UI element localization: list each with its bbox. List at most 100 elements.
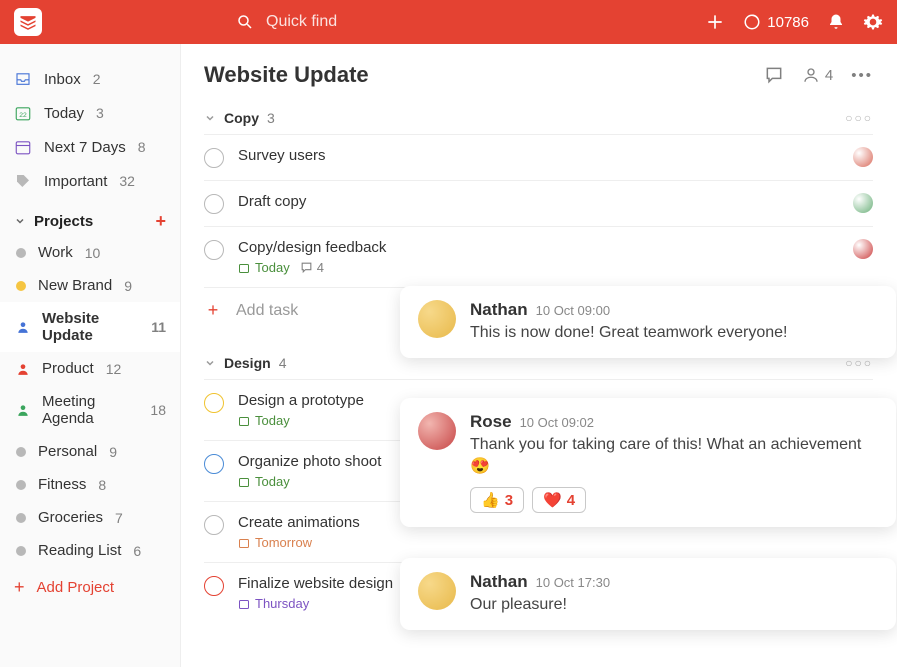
- add-task-button[interactable]: [705, 12, 725, 32]
- task-checkbox[interactable]: [204, 194, 224, 214]
- chevron-down-icon: [204, 112, 216, 124]
- share-button[interactable]: 4: [802, 66, 833, 84]
- project-count: 12: [106, 361, 122, 377]
- search-bar[interactable]: [236, 12, 448, 32]
- project-reading-list[interactable]: Reading List 6: [0, 534, 180, 567]
- nav-today[interactable]: 22 Today 3: [0, 96, 180, 130]
- today-icon: 22: [14, 104, 32, 122]
- calendar-icon: [238, 262, 250, 274]
- search-input[interactable]: [264, 12, 448, 32]
- project-meeting-agenda[interactable]: Meeting Agenda18: [0, 385, 180, 435]
- karma-indicator[interactable]: 10786: [743, 13, 809, 31]
- add-task-label: Add task: [236, 302, 298, 320]
- task-row[interactable]: Draft copy: [204, 180, 873, 226]
- project-fitness[interactable]: Fitness8: [0, 468, 180, 501]
- avatar: [418, 572, 456, 610]
- due-date: Today: [238, 413, 290, 428]
- project-label: Product: [42, 360, 94, 377]
- project-label: Meeting Agenda: [42, 393, 138, 427]
- reaction-heart[interactable]: ❤️4: [532, 487, 586, 513]
- task-checkbox[interactable]: [204, 148, 224, 168]
- tag-icon: [14, 172, 32, 190]
- nav-label: Important: [44, 173, 107, 190]
- settings-button[interactable]: [863, 12, 883, 32]
- projects-label: Projects: [34, 213, 93, 230]
- person-icon: [802, 66, 820, 84]
- comment-text: This is now done! Great teamwork everyon…: [470, 322, 878, 344]
- section-title: Copy: [224, 110, 259, 126]
- top-bar-actions: 10786: [705, 12, 883, 32]
- comment-card: Nathan 10 Oct 09:00 This is now done! Gr…: [400, 286, 896, 358]
- project-label: Groceries: [38, 509, 103, 526]
- nav-label: Today: [44, 105, 84, 122]
- task-title: Survey users: [238, 147, 839, 164]
- project-work[interactable]: Work10: [0, 236, 180, 269]
- task-checkbox[interactable]: [204, 515, 224, 535]
- section-count: 3: [267, 110, 275, 126]
- project-label: Reading List: [38, 542, 121, 559]
- svg-text:22: 22: [19, 112, 27, 119]
- reactions: 👍3 ❤️4: [470, 487, 878, 513]
- assignee-avatar[interactable]: [853, 147, 873, 167]
- assignee-avatar[interactable]: [853, 239, 873, 259]
- project-count: 6: [133, 543, 141, 559]
- chevron-down-icon: [204, 357, 216, 369]
- people-count: 4: [825, 67, 833, 84]
- project-dot-icon: [16, 546, 26, 556]
- project-product[interactable]: Product 12: [0, 352, 180, 385]
- add-project-icon[interactable]: +: [155, 212, 166, 230]
- nav-count: 32: [119, 173, 135, 189]
- nav-important[interactable]: Important 32: [0, 164, 180, 198]
- task-row[interactable]: Copy/design feedback Today 4: [204, 226, 873, 287]
- add-project-label: Add Project: [37, 579, 115, 596]
- nav-count: 2: [93, 71, 101, 87]
- project-groceries[interactable]: Groceries 7: [0, 501, 180, 534]
- task-checkbox[interactable]: [204, 393, 224, 413]
- page-title: Website Update: [204, 62, 369, 88]
- project-count: 7: [115, 510, 123, 526]
- notifications-button[interactable]: [827, 13, 845, 31]
- person-icon: [16, 403, 30, 417]
- avatar: [418, 412, 456, 450]
- person-icon: [16, 362, 30, 376]
- task-checkbox[interactable]: [204, 454, 224, 474]
- assignee-avatar[interactable]: [853, 193, 873, 213]
- task-checkbox[interactable]: [204, 576, 224, 596]
- person-icon: [16, 320, 30, 334]
- section-more-button[interactable]: ○○○: [845, 356, 873, 370]
- task-row[interactable]: Survey users: [204, 134, 873, 180]
- comments-button[interactable]: [764, 65, 784, 85]
- reaction-thumbs-up[interactable]: 👍3: [470, 487, 524, 513]
- due-date: Today: [238, 260, 290, 275]
- project-dot-icon: [16, 248, 26, 258]
- nav-count: 3: [96, 105, 104, 121]
- project-new-brand[interactable]: New Brand9: [0, 269, 180, 302]
- section-header[interactable]: Copy 3 ○○○: [204, 110, 873, 126]
- section-more-button[interactable]: ○○○: [845, 111, 873, 125]
- project-count: 8: [98, 477, 106, 493]
- comment-author: Nathan: [470, 572, 528, 592]
- projects-section-header[interactable]: Projects +: [0, 198, 180, 236]
- task-checkbox[interactable]: [204, 240, 224, 260]
- nav-label: Inbox: [44, 71, 81, 88]
- project-dot-icon: [16, 513, 26, 523]
- app-logo[interactable]: [14, 8, 42, 36]
- project-count: 10: [85, 245, 101, 261]
- project-personal[interactable]: Personal9: [0, 435, 180, 468]
- task-title: Draft copy: [238, 193, 839, 210]
- task-comments[interactable]: 4: [300, 260, 324, 275]
- gear-icon: [863, 12, 883, 32]
- due-date: Tomorrow: [238, 535, 312, 550]
- project-website-update[interactable]: Website Update11: [0, 302, 180, 352]
- task-title: Copy/design feedback: [238, 239, 839, 256]
- section-title: Design: [224, 355, 271, 371]
- add-project-button[interactable]: + Add Project: [0, 567, 180, 608]
- page-header: Website Update 4 •••: [204, 62, 873, 88]
- nav-inbox[interactable]: Inbox 2: [0, 62, 180, 96]
- bell-icon: [827, 13, 845, 31]
- calendar-icon: [238, 537, 250, 549]
- nav-next7[interactable]: Next 7 Days 8: [0, 130, 180, 164]
- avatar: [418, 300, 456, 338]
- more-button[interactable]: •••: [851, 67, 873, 84]
- comment-author: Rose: [470, 412, 512, 432]
